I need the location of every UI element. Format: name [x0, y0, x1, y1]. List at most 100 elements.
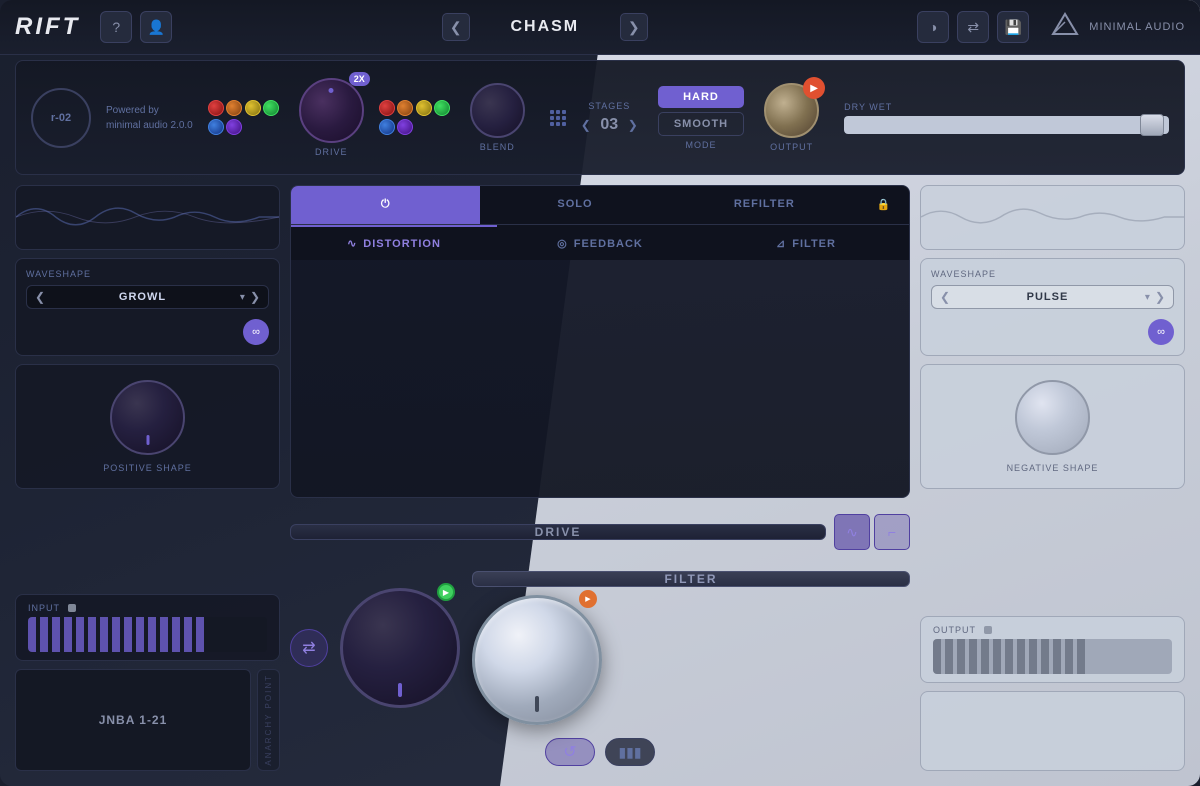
app-logo: RIFT [15, 13, 80, 41]
filter-frequency-knob[interactable] [472, 595, 602, 725]
mini-knob-1[interactable] [208, 100, 224, 116]
anarchy-text: ANARCHY POINT [264, 674, 273, 766]
knob-indicator [146, 435, 149, 445]
negative-shape-label: NEGATIVE SHAPE [1007, 463, 1099, 473]
dry-wet-slider[interactable] [844, 116, 1169, 134]
shuffle-section: ⇄ [290, 629, 328, 667]
output-active-button[interactable]: ▶ [803, 77, 825, 99]
stages-next-button[interactable]: ❯ [628, 118, 638, 132]
feedback-label: FEEDBACK [574, 238, 643, 250]
hard-mode-button[interactable]: HARD [658, 86, 744, 108]
filter-button[interactable]: FILTER [472, 571, 910, 587]
refilter-tab[interactable]: REFILTER [670, 186, 859, 224]
mini-knob-10[interactable] [434, 100, 450, 116]
wave-icons: ∿ ⌐ [834, 514, 910, 550]
output-meter-bar [933, 639, 1172, 674]
shuffle-button[interactable]: ⇄ [957, 11, 989, 43]
mini-knob-12[interactable] [397, 119, 413, 135]
filter-active-icon: ▶ [585, 595, 590, 603]
top-bar: RIFT ? 👤 ❮ CHASM ❯ ◑ ⇄ 💾 MINIMAL AUDIO [0, 0, 1200, 55]
help-button[interactable]: ? [100, 11, 132, 43]
link-button-right[interactable]: ∞ [1148, 319, 1174, 345]
filter-icon: ⊿ [776, 237, 786, 250]
mini-knob-7[interactable] [379, 100, 395, 116]
mini-knob-9[interactable] [416, 100, 432, 116]
mini-knob-2[interactable] [226, 100, 242, 116]
output-section: ▶ OUTPUT [764, 83, 819, 152]
bars-button[interactable]: ▮▮▮ [605, 738, 655, 766]
feedback-icon: ◎ [557, 237, 568, 250]
filter-label: FILTER [792, 238, 836, 250]
mini-knob-6[interactable] [226, 119, 242, 135]
output-waveform [920, 185, 1185, 250]
mini-knobs-group [208, 100, 279, 135]
mini-knob-4[interactable] [263, 100, 279, 116]
jnba-badge: JNBA 1-21 [15, 669, 251, 771]
next-preset-button[interactable]: ❯ [620, 13, 648, 41]
stages-value: 03 [597, 116, 622, 134]
mode-label: MODE [658, 140, 744, 150]
mini-knob-5[interactable] [208, 119, 224, 135]
stages-prev-button[interactable]: ❮ [581, 118, 591, 132]
nav-section: ❮ CHASM ❯ [172, 13, 917, 41]
main-drive-knob[interactable] [340, 588, 460, 708]
waveshape-next-button[interactable]: ❯ [250, 290, 260, 304]
blend-knob[interactable] [470, 83, 525, 138]
tab-bar: ⏻ SOLO REFILTER 🔒 [291, 186, 909, 224]
positive-shape-knob[interactable] [110, 380, 185, 455]
drive-knob[interactable]: 2X [299, 78, 364, 143]
brand-logo: MINIMAL AUDIO [1049, 8, 1185, 46]
waveshape-prev-right-button[interactable]: ❮ [940, 290, 950, 304]
output-meter-label-row: OUTPUT [933, 625, 1172, 635]
top-controls: ? 👤 [100, 11, 172, 43]
user-button[interactable]: 👤 [140, 11, 172, 43]
right-panel: WAVESHAPE ❮ PULSE ▾ ❯ ∞ NEGATIVE SHAPE [920, 185, 1185, 771]
blend-label: BLEND [480, 142, 515, 152]
link-button-left[interactable]: ∞ [243, 319, 269, 345]
waveshape-label-right: WAVESHAPE [931, 269, 1174, 279]
negative-shape-panel: NEGATIVE SHAPE [920, 364, 1185, 489]
waveshape-panel-right: WAVESHAPE ❮ PULSE ▾ ❯ ∞ [920, 258, 1185, 356]
feedback-tab[interactable]: ◎ FEEDBACK [497, 225, 703, 260]
output-meter-fill [933, 639, 1088, 674]
waveshape-next-right-button[interactable]: ❯ [1155, 290, 1165, 304]
brand-icon [1049, 8, 1081, 46]
negative-shape-knob[interactable] [1015, 380, 1090, 455]
waveshape-value-left: GROWL [50, 291, 235, 303]
bottom-tab-bar: ∿ DISTORTION ◎ FEEDBACK ⊿ FILTER [291, 224, 909, 260]
halfmoon-button[interactable]: ◑ [917, 11, 949, 43]
save-button[interactable]: 💾 [997, 11, 1029, 43]
left-panel: WAVESHAPE ❮ GROWL ▾ ❯ ∞ POSITIVE SHAPE [15, 185, 280, 771]
distortion-tab[interactable]: ∿ DISTORTION [291, 225, 497, 260]
filter-tab[interactable]: ⊿ FILTER [703, 225, 909, 260]
drive-button[interactable]: DRIVE [290, 524, 826, 540]
distortion-icon: ∿ [347, 237, 357, 250]
sine-wave-button[interactable]: ∿ [834, 514, 870, 550]
top-right-controls: ◑ ⇄ 💾 [917, 11, 1029, 43]
positive-shape-label: POSITIVE SHAPE [103, 463, 192, 473]
solo-tab[interactable]: SOLO [480, 186, 669, 224]
mini-knob-11[interactable] [379, 119, 395, 135]
stages-control: STAGES ❮ 03 ❯ [581, 101, 638, 134]
mini-knob-3[interactable] [245, 100, 261, 116]
waveshape-prev-button[interactable]: ❮ [35, 290, 45, 304]
output-knob[interactable]: ▶ [764, 83, 819, 138]
square-wave-button[interactable]: ⌐ [874, 514, 910, 550]
filter-knob-indicator [535, 696, 539, 712]
brand-text: MINIMAL AUDIO [1089, 20, 1185, 34]
big-knob-indicator [398, 683, 402, 697]
smooth-mode-button[interactable]: SMOOTH [658, 112, 744, 136]
waveshape-value-right: PULSE [955, 291, 1140, 303]
stages-nav: ❮ 03 ❯ [581, 116, 638, 134]
jnba-section: JNBA 1-21 ANARCHY POINT [15, 669, 280, 771]
input-meter-label-row: INPUT [28, 603, 267, 613]
cycle-button[interactable]: ↺ [545, 738, 595, 766]
mini-knob-8[interactable] [397, 100, 413, 116]
shuffle-button-center[interactable]: ⇄ [290, 629, 328, 667]
power-tab[interactable]: ⏻ [291, 186, 480, 224]
filter-section: FILTER ▶ [472, 571, 910, 725]
waveshape-selector-left: ❮ GROWL ▾ ❯ [26, 285, 269, 309]
lock-tab[interactable]: 🔒 [859, 186, 909, 224]
prev-preset-button[interactable]: ❮ [442, 13, 470, 41]
filter-active-dot: ▶ [579, 590, 597, 608]
